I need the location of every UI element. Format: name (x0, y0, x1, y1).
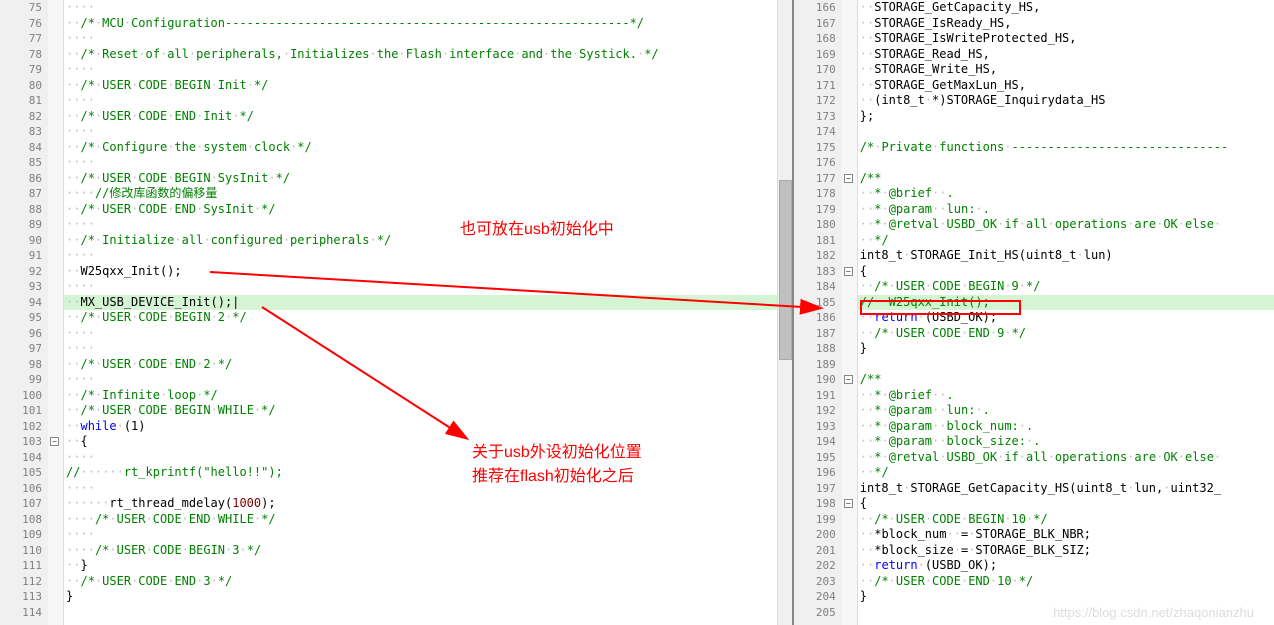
annotation-1: 也可放在usb初始化中 (460, 215, 614, 239)
annotation-2-line2: 推荐在flash初始化之后 (472, 462, 634, 486)
left-code-pane: 7576777879808182838485868788899091929394… (0, 0, 792, 625)
right-code-pane: 1661671681691701711721731741751761771781… (794, 0, 1274, 625)
annotation-2-line1: 关于usb外设初始化位置 (472, 438, 642, 462)
watermark: https://blog.csdn.net/zhaqonianzhu (1053, 605, 1254, 620)
editor-split-view: 7576777879808182838485868788899091929394… (0, 0, 1274, 625)
left-code-area[interactable]: ······/*·MCU·Configuration--------------… (64, 0, 792, 625)
left-line-gutter[interactable]: 7576777879808182838485868788899091929394… (0, 0, 48, 625)
left-fold-gutter[interactable]: − (48, 0, 64, 625)
right-line-gutter[interactable]: 1661671681691701711721731741751761771781… (794, 0, 842, 625)
left-vertical-scrollbar[interactable] (777, 0, 792, 625)
right-code-area[interactable]: ··STORAGE_GetCapacity_HS,··STORAGE_IsRea… (858, 0, 1274, 625)
scrollbar-thumb[interactable] (779, 180, 792, 360)
right-fold-gutter[interactable]: −−−− (842, 0, 858, 625)
